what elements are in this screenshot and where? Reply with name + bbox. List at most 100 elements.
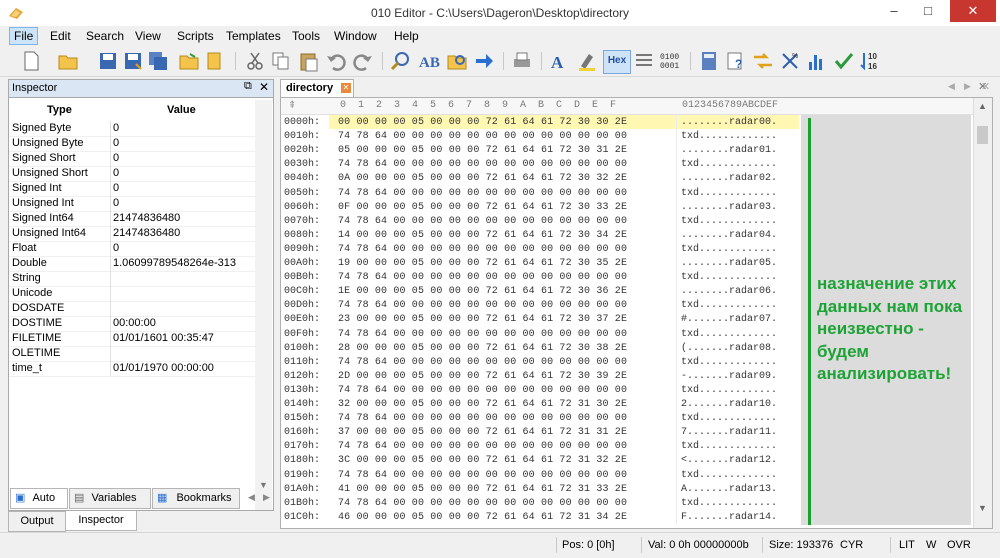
menu-templates[interactable]: Templates [222, 28, 285, 44]
hex-bytes[interactable]: 74 78 64 00 00 00 00 00 00 00 00 00 00 0… [338, 497, 627, 511]
inspector-value[interactable]: 01/01/1970 00:00:00 [113, 361, 214, 376]
tab-output[interactable]: Output [8, 511, 66, 532]
inspector-value[interactable]: 21474836480 [113, 226, 180, 241]
menu-edit[interactable]: Edit [46, 28, 75, 44]
hex-row[interactable]: 00E0h: 23 00 00 00 05 00 00 00 72 61 64 6… [281, 313, 801, 327]
menu-search[interactable]: Search [82, 28, 128, 44]
inspector-row[interactable]: Unsigned Int64 21474836480 [9, 226, 255, 242]
print-icon[interactable] [511, 50, 533, 72]
hex-row[interactable]: 01A0h: 41 00 00 00 05 00 00 00 72 61 64 6… [281, 483, 801, 497]
inspector-value[interactable]: 0 [113, 151, 119, 166]
hex-row[interactable]: 0170h: 74 78 64 00 00 00 00 00 00 00 00 0… [281, 440, 801, 454]
hex-row[interactable]: 0000h: 00 00 00 00 05 00 00 00 72 61 64 6… [281, 116, 801, 130]
hex-bytes[interactable]: 1E 00 00 00 05 00 00 00 72 61 64 61 72 3… [338, 285, 627, 299]
inspector-row[interactable]: FILETIME 01/01/1601 00:35:47 [9, 331, 255, 347]
inspector-value[interactable]: 21474836480 [113, 211, 180, 226]
hex-bytes[interactable]: 74 78 64 00 00 00 00 00 00 00 00 00 00 0… [338, 130, 627, 144]
ascii-text[interactable]: txd............. [681, 356, 777, 370]
close-file-icon[interactable] [204, 50, 226, 72]
maximize-button[interactable]: □ [911, 0, 945, 22]
tab-prev-icon[interactable]: ◀ [948, 81, 955, 92]
status-write[interactable]: W [926, 539, 936, 551]
hex-row[interactable]: 0130h: 74 78 64 00 00 00 00 00 00 00 00 0… [281, 384, 801, 398]
save-icon[interactable] [97, 50, 119, 72]
hex-row[interactable]: 00D0h: 74 78 64 00 00 00 00 00 00 00 00 0… [281, 299, 801, 313]
inspector-row[interactable]: Signed Int 0 [9, 181, 255, 197]
inspector-row[interactable]: Unsigned Byte 0 [9, 136, 255, 152]
ascii-text[interactable]: 7.......radar11. [681, 426, 777, 440]
ascii-text[interactable]: txd............. [681, 271, 777, 285]
hex-bytes[interactable]: 74 78 64 00 00 00 00 00 00 00 00 00 00 0… [338, 215, 627, 229]
status-endian[interactable]: LIT [899, 539, 915, 551]
checksum-icon[interactable]: % [779, 50, 801, 72]
ascii-text[interactable]: ........radar01. [681, 144, 777, 158]
template-run-icon[interactable] [833, 50, 855, 72]
ascii-text[interactable]: txd............. [681, 187, 777, 201]
hex-bytes[interactable]: 32 00 00 00 05 00 00 00 72 61 64 61 72 3… [338, 398, 627, 412]
hex-row[interactable]: 00B0h: 74 78 64 00 00 00 00 00 00 00 00 0… [281, 271, 801, 285]
scroll-down-icon[interactable]: ▼ [978, 503, 987, 513]
ascii-text[interactable]: 2.......radar10. [681, 398, 777, 412]
ascii-text[interactable]: <.......radar12. [681, 454, 777, 468]
tab-inspector[interactable]: Inspector [65, 511, 137, 531]
tab-bookmarks[interactable]: ▦ Bookmarks [152, 488, 240, 509]
hex-mode-button[interactable]: Hex [603, 50, 631, 74]
ascii-text[interactable]: txd............. [681, 328, 777, 342]
ascii-text[interactable]: F.......radar14. [681, 511, 777, 525]
editor-scrollbar[interactable]: ▲ ▼ [973, 98, 992, 528]
new-file-icon[interactable] [20, 50, 42, 72]
inspector-row[interactable]: Signed Byte 0 [9, 121, 255, 137]
inspector-value[interactable]: 01/01/1601 00:35:47 [113, 331, 214, 346]
inspector-value[interactable]: 0 [113, 181, 119, 196]
status-encoding[interactable]: CYR [840, 539, 863, 551]
menu-window[interactable]: Window [330, 28, 381, 44]
paste-icon[interactable] [298, 50, 320, 72]
compare-icon[interactable] [752, 50, 774, 72]
inspector-row[interactable]: Signed Short 0 [9, 151, 255, 167]
hex-bytes[interactable]: 19 00 00 00 05 00 00 00 72 61 64 61 72 3… [338, 257, 627, 271]
hex-bytes[interactable]: 74 78 64 00 00 00 00 00 00 00 00 00 00 0… [338, 384, 627, 398]
close-panel-icon[interactable]: ✕ [259, 80, 269, 94]
inspector-value[interactable]: 0 [113, 121, 119, 136]
replace-icon[interactable]: AB [418, 50, 440, 72]
redo-icon[interactable] [352, 50, 374, 72]
ascii-text[interactable]: ........radar00. [681, 116, 777, 130]
inspector-row[interactable]: Signed Int64 21474836480 [9, 211, 255, 227]
hex-bytes[interactable]: 46 00 00 00 05 00 00 00 72 61 64 61 72 3… [338, 511, 627, 525]
save-as-icon[interactable] [122, 50, 144, 72]
goto-arrow-icon[interactable] [473, 50, 495, 72]
hex-row[interactable]: 0080h: 14 00 00 00 05 00 00 00 72 61 64 6… [281, 229, 801, 243]
hex-row[interactable]: 0120h: 2D 00 00 00 05 00 00 00 72 61 64 6… [281, 370, 801, 384]
inspector-row[interactable]: Unicode [9, 286, 255, 302]
histogram-icon[interactable] [806, 50, 828, 72]
hex-row[interactable]: 0040h: 0A 00 00 00 05 00 00 00 72 61 64 6… [281, 172, 801, 186]
hex-row[interactable]: 00C0h: 1E 00 00 00 05 00 00 00 72 61 64 6… [281, 285, 801, 299]
template-help-icon[interactable]: ? [725, 50, 747, 72]
hex-bytes[interactable]: 74 78 64 00 00 00 00 00 00 00 00 00 00 0… [338, 187, 627, 201]
inspector-row[interactable]: Unsigned Int 0 [9, 196, 255, 212]
open-folder-icon[interactable] [57, 50, 79, 72]
ascii-text[interactable]: txd............. [681, 158, 777, 172]
hex-bytes[interactable]: 37 00 00 00 05 00 00 00 72 61 64 61 72 3… [338, 426, 627, 440]
inspector-row[interactable]: OLETIME [9, 346, 255, 362]
cut-icon[interactable] [244, 50, 266, 72]
ascii-text[interactable]: ........radar05. [681, 257, 777, 271]
editor-close-icon[interactable]: ✕ [981, 80, 990, 93]
find-icon[interactable] [390, 50, 412, 72]
inspector-value[interactable]: 0 [113, 196, 119, 211]
hex-bytes[interactable]: 74 78 64 00 00 00 00 00 00 00 00 00 00 0… [338, 440, 627, 454]
ascii-text[interactable]: txd............. [681, 469, 777, 483]
tab-variables[interactable]: ▤ Variables [69, 488, 151, 509]
ascii-text[interactable]: txd............. [681, 215, 777, 229]
hex-row[interactable]: 0070h: 74 78 64 00 00 00 00 00 00 00 00 0… [281, 215, 801, 229]
float-panel-icon[interactable]: ⧉ [244, 80, 252, 93]
ascii-text[interactable]: txd............. [681, 440, 777, 454]
ascii-text[interactable]: -.......radar09. [681, 370, 777, 384]
find-in-files-icon[interactable] [446, 50, 468, 72]
hex-row[interactable]: 0140h: 32 00 00 00 05 00 00 00 72 61 64 6… [281, 398, 801, 412]
hex-row[interactable]: 0100h: 28 00 00 00 05 00 00 00 72 61 64 6… [281, 342, 801, 356]
ascii-text[interactable]: txd............. [681, 299, 777, 313]
ascii-text[interactable]: txd............. [681, 130, 777, 144]
hex-row[interactable]: 01B0h: 74 78 64 00 00 00 00 00 00 00 00 0… [281, 497, 801, 511]
ascii-text[interactable]: txd............. [681, 243, 777, 257]
